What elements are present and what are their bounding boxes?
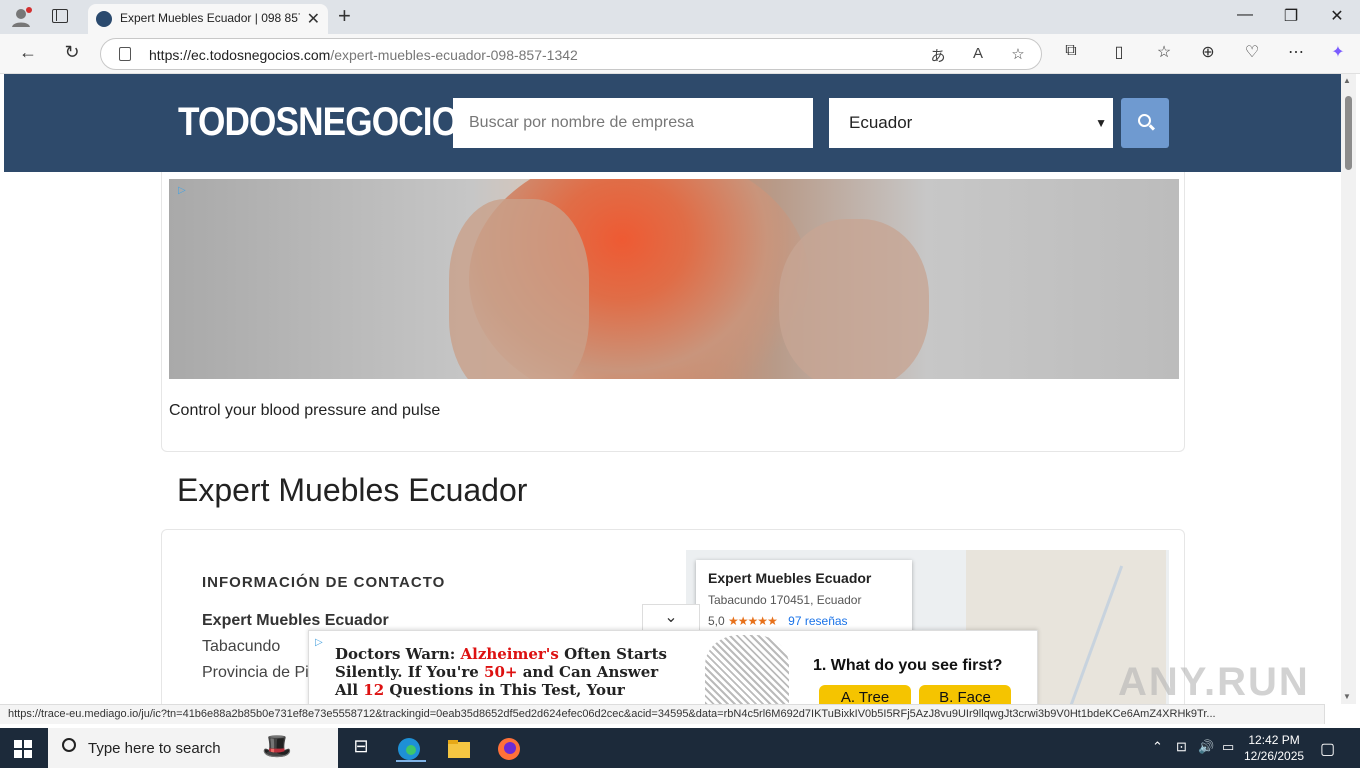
ad-illustration[interactable] — [705, 635, 789, 704]
ad-card[interactable]: ▷ Control your blood pressure and pulse — [161, 172, 1185, 452]
tray-overflow-icon[interactable]: ⌃ — [1152, 739, 1163, 755]
taskbar-search-placeholder: Type here to search — [88, 740, 221, 757]
tab-actions-icon[interactable] — [52, 9, 68, 23]
display-icon[interactable]: ▭ — [1222, 739, 1234, 755]
read-aloud-icon[interactable]: A — [967, 45, 989, 62]
clock-date: 12/26/2025 — [1244, 749, 1305, 763]
map-place-rating: 5,0 ★★★★★ 97 reseñas — [708, 614, 848, 628]
url-text: https://ec.todosnegocios.com/expert-mueb… — [149, 47, 578, 63]
split-screen-icon[interactable]: ▯ — [1107, 42, 1131, 62]
network-icon[interactable]: ⊡ — [1176, 739, 1187, 755]
minimize-icon[interactable]: — — [1230, 6, 1260, 24]
firefox-icon[interactable] — [496, 736, 522, 762]
taskbar-clock[interactable]: 12:42 PM 12/26/2025 — [1244, 732, 1304, 764]
adchoices-icon[interactable]: ▷ — [315, 637, 323, 648]
extensions-icon[interactable]: ⧉ — [1059, 42, 1083, 60]
ad-caption[interactable]: Control your blood pressure and pulse — [169, 402, 440, 420]
notifications-icon[interactable]: ▢ — [1320, 739, 1335, 759]
scroll-thumb[interactable] — [1345, 96, 1352, 170]
sticky-bottom-ad[interactable]: ▷ Doctors Warn: Alzheimer's Often Starts… — [308, 630, 1038, 704]
business-name: Expert Muebles Ecuador — [202, 612, 389, 629]
profile-icon[interactable] — [10, 6, 32, 28]
map-place-address: Tabacundo 170451, Ecuador — [708, 593, 862, 607]
address-bar[interactable]: https://ec.todosnegocios.com/expert-mueb… — [100, 38, 1042, 70]
site-info-icon[interactable] — [119, 47, 131, 61]
collapse-ad-button[interactable]: ⌄ — [642, 604, 700, 630]
chevron-down-icon: ⌄ — [664, 609, 678, 626]
ad-image-hand — [449, 199, 589, 379]
copilot-icon[interactable]: ✦ — [1326, 42, 1350, 62]
back-icon[interactable]: ← — [16, 42, 40, 63]
favorites-icon[interactable]: ☆ — [1152, 42, 1176, 62]
tab-active[interactable]: Expert Muebles Ecuador | 098 857 1342 ✕ — [88, 4, 328, 34]
ad-image[interactable]: ▷ — [169, 179, 1179, 379]
scroll-down-icon[interactable]: ▼ — [1343, 692, 1351, 701]
close-tab-icon[interactable]: ✕ — [307, 9, 320, 29]
translate-icon[interactable]: あ — [927, 45, 949, 66]
browser-titlebar: Expert Muebles Ecuador | 098 857 1342 ✕ … — [0, 0, 1360, 34]
reviews-link[interactable]: 97 reseñas — [788, 614, 847, 628]
tab-title: Expert Muebles Ecuador | 098 857 1342 — [120, 11, 300, 25]
new-tab-icon[interactable]: + — [338, 3, 351, 29]
business-province: Provincia de Pi — [202, 664, 309, 681]
site-favicon-icon — [96, 11, 112, 27]
scroll-up-icon[interactable]: ▲ — [1343, 76, 1351, 85]
windows-start-icon[interactable] — [14, 740, 32, 758]
reload-icon[interactable]: ↻ — [60, 42, 84, 63]
close-window-icon[interactable]: ✕ — [1322, 6, 1352, 26]
contact-section-title: INFORMACIÓN DE CONTACTO — [202, 574, 446, 591]
country-select-value: Ecuador — [849, 113, 913, 132]
business-search-input[interactable]: Buscar por nombre de empresa — [453, 98, 813, 148]
adchoices-icon[interactable]: ▷ — [178, 185, 186, 196]
browser-toolbar: ← ↻ https://ec.todosnegocios.com/expert-… — [0, 34, 1360, 74]
more-menu-icon[interactable]: ⋯ — [1284, 42, 1308, 62]
search-icon — [1138, 114, 1151, 127]
rating-stars-icon: ★★★★★ — [728, 614, 778, 628]
windows-taskbar: Type here to search 🎩 ⊟ ⌃ ⊡ 🔊 ▭ 12:42 PM… — [0, 728, 1360, 768]
search-icon — [62, 738, 76, 752]
page-title: Expert Muebles Ecuador — [177, 472, 528, 508]
file-explorer-icon[interactable] — [446, 736, 472, 762]
country-select[interactable]: Ecuador ▼ — [829, 98, 1113, 148]
site-logo[interactable]: TODOSNEGOCIOS — [178, 100, 482, 145]
web-page: TODOSNEGOCIOS Buscar por nombre de empre… — [4, 74, 1341, 704]
edge-taskbar-icon[interactable] — [396, 736, 426, 762]
ad-image-hand — [779, 219, 929, 379]
rating-value: 5,0 — [708, 614, 725, 628]
map-place-name: Expert Muebles Ecuador — [708, 570, 872, 586]
browser-essentials-icon[interactable]: ♡ — [1240, 42, 1264, 62]
site-header: TODOSNEGOCIOS Buscar por nombre de empre… — [4, 74, 1341, 172]
ad-option-b-button[interactable]: B. Face — [919, 685, 1011, 704]
chevron-down-icon: ▼ — [1095, 116, 1107, 130]
favorite-star-icon[interactable]: ☆ — [1007, 45, 1029, 63]
ad-question: 1. What do you see first? — [813, 657, 1003, 674]
business-city: Tabacundo — [202, 638, 281, 655]
clock-time: 12:42 PM — [1248, 733, 1300, 747]
taskbar-search-box[interactable]: Type here to search 🎩 — [48, 728, 338, 768]
search-highlight-icon[interactable]: 🎩 — [262, 732, 292, 761]
ad-option-a-button[interactable]: A. Tree — [819, 685, 911, 704]
volume-icon[interactable]: 🔊 — [1198, 739, 1214, 755]
watermark-logo: ANY.RUN — [1118, 660, 1310, 704]
ad-headline[interactable]: Doctors Warn: Alzheimer's Often Starts S… — [335, 645, 695, 699]
search-button[interactable] — [1121, 98, 1169, 148]
link-status-bar: https://trace-eu.mediago.io/ju/ic?tn=41b… — [0, 704, 1325, 724]
task-view-icon[interactable]: ⊟ — [348, 736, 374, 762]
map-place-card: Expert Muebles Ecuador Tabacundo 170451,… — [696, 560, 912, 640]
page-scrollbar[interactable]: ▲ ▼ — [1341, 74, 1356, 704]
collections-icon[interactable]: ⊕ — [1196, 42, 1220, 62]
restore-icon[interactable]: ❐ — [1276, 6, 1306, 26]
